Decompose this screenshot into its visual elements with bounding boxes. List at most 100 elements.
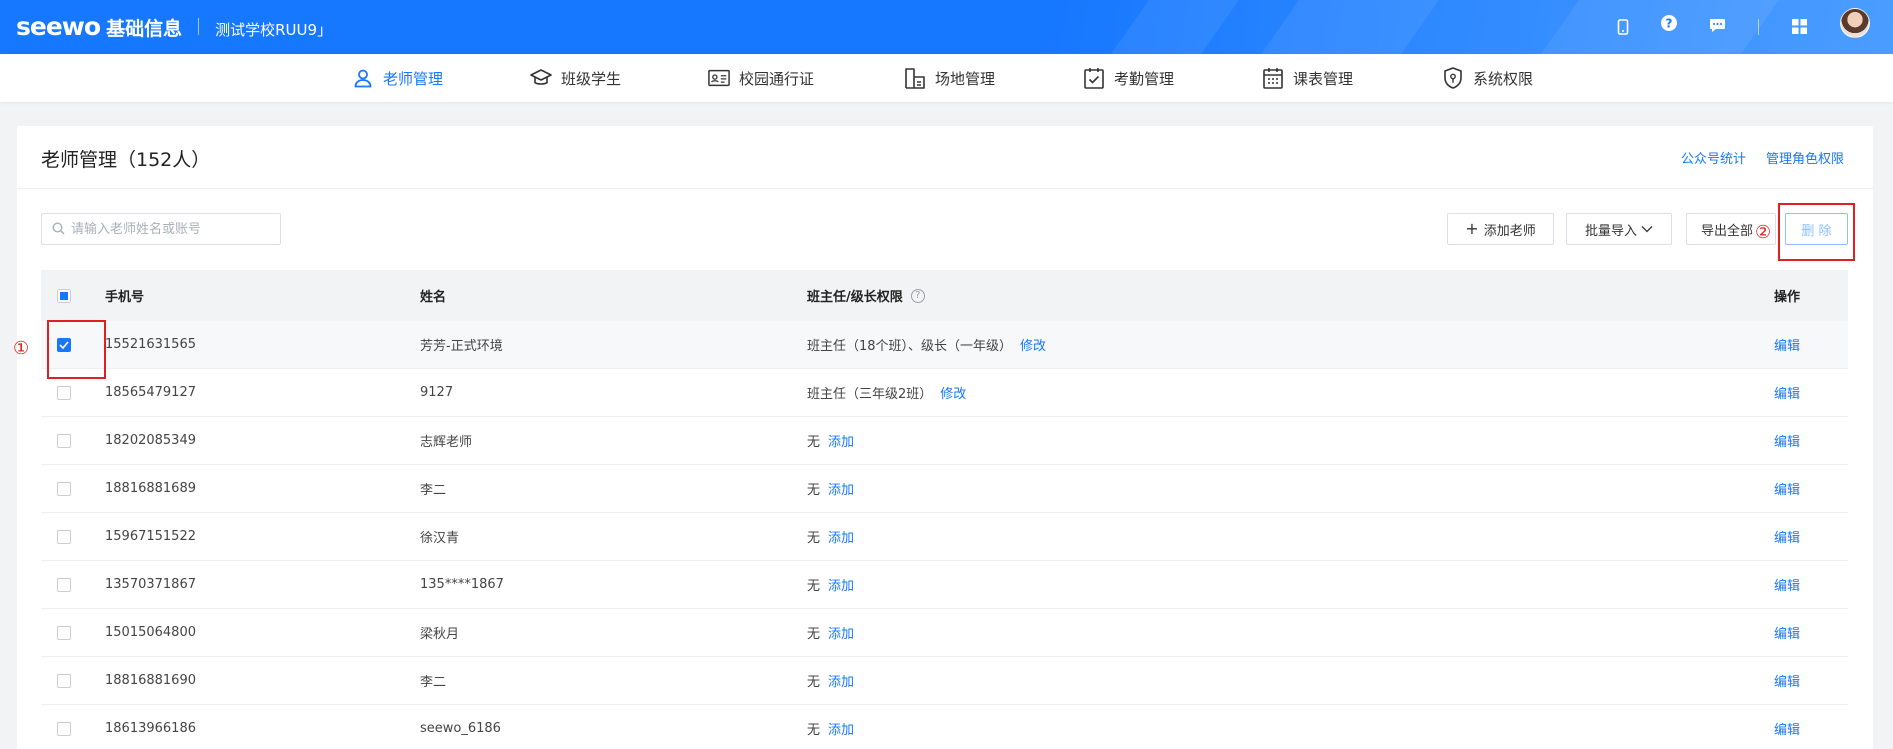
edit-link[interactable]: 编辑 (1774, 431, 1800, 450)
header-action: 操作 (1774, 290, 1801, 305)
permission-text: 班主任（18个班）、级长（一年级） (807, 339, 1013, 354)
row-checkbox[interactable] (57, 481, 71, 496)
phone-cell: 18816881690 (105, 673, 196, 688)
nav-venue-management[interactable]: 场地管理 (904, 54, 995, 102)
select-all-checkbox[interactable] (57, 288, 71, 303)
permission-text: 无 (807, 483, 821, 498)
help-circle-icon[interactable]: ? (1658, 12, 1680, 34)
search-input[interactable] (71, 221, 271, 237)
seewo-logo[interactable]: seewo (16, 12, 101, 41)
annotation-step-2: ② (1755, 222, 1772, 243)
add-permission-link[interactable]: 添加 (828, 623, 854, 642)
phone-cell: 18202085349 (105, 433, 196, 448)
row-checkbox[interactable] (57, 529, 71, 544)
table-row: 15015064800 梁秋月 无添加 编辑 (41, 609, 1848, 657)
user-icon (352, 67, 374, 89)
add-permission-link[interactable]: 添加 (828, 671, 854, 690)
edit-link[interactable]: 编辑 (1774, 719, 1800, 738)
row-checkbox[interactable] (57, 433, 71, 448)
header-divider (198, 18, 200, 35)
row-checkbox[interactable] (57, 625, 71, 640)
nav-label: 老师管理 (383, 69, 444, 88)
edit-link[interactable]: 编辑 (1774, 623, 1800, 642)
action-cell: 编辑 (1774, 369, 1800, 416)
edit-link[interactable]: 编辑 (1774, 383, 1800, 402)
manage-role-permissions-link[interactable]: 管理角色权限 (1766, 148, 1844, 167)
action-cell: 编辑 (1774, 609, 1800, 656)
row-checkbox[interactable] (57, 385, 71, 400)
plus-icon: + (1465, 219, 1479, 238)
row-checkbox[interactable] (57, 721, 71, 736)
phone-cell: 18816881689 (105, 481, 196, 496)
edit-link[interactable]: 编辑 (1774, 335, 1800, 354)
action-cell: 编辑 (1774, 513, 1800, 560)
permission-text: 班主任（三年级2班） (807, 387, 933, 402)
edit-link[interactable]: 编辑 (1774, 479, 1800, 498)
nav-label: 考勤管理 (1114, 69, 1175, 88)
batch-import-button[interactable]: 批量导入 (1566, 213, 1672, 245)
annotation-step-1: ① (13, 338, 30, 359)
modify-permission-link[interactable]: 修改 (1020, 335, 1046, 354)
nav-attendance-management[interactable]: 考勤管理 (1083, 54, 1174, 102)
permission-cell: 无添加 (807, 705, 854, 749)
add-permission-link[interactable]: 添加 (828, 479, 854, 498)
nav-label: 校园通行证 (739, 69, 815, 88)
header-icons-divider (1758, 19, 1759, 35)
row-checkbox[interactable] (57, 577, 71, 592)
phone-cell: 18565479127 (105, 385, 196, 400)
id-card-icon (708, 67, 730, 89)
table-row: 15967151522 徐汉青 无添加 编辑 (41, 513, 1848, 561)
row-select-cell (57, 465, 71, 512)
name-cell: 梁秋月 (420, 627, 460, 642)
phone-icon[interactable] (1493, 16, 1515, 38)
nav-teacher-management[interactable]: 老师管理 (352, 54, 443, 102)
edit-link[interactable]: 编辑 (1774, 671, 1800, 690)
top-header: seewo 基础信息 测试学校RUU9」 ? (0, 0, 1893, 54)
nav-system-permissions[interactable]: 系统权限 (1442, 54, 1533, 102)
nav-label: 系统权限 (1473, 69, 1534, 88)
action-cell: 编辑 (1774, 705, 1800, 749)
calendar-icon (1262, 67, 1284, 89)
modify-permission-link[interactable]: 修改 (940, 383, 966, 402)
permission-cell: 无添加 (807, 609, 854, 656)
add-permission-link[interactable]: 添加 (828, 527, 854, 546)
search-box[interactable] (41, 213, 281, 245)
phone-icon[interactable] (1612, 16, 1634, 38)
nav-label: 班级学生 (561, 69, 622, 88)
nav-schedule-management[interactable]: 课表管理 (1262, 54, 1353, 102)
help-circle-icon[interactable]: ? (910, 288, 925, 303)
name-cell: 志辉老师 (420, 435, 473, 450)
add-teacher-button[interactable]: + 添加老师 (1447, 213, 1554, 245)
wechat-stats-link[interactable]: 公众号统计 (1681, 148, 1746, 167)
row-select-cell (57, 561, 71, 608)
table-row: 18613966186 seewo_6186 无添加 编辑 (41, 705, 1848, 749)
main-nav: 老师管理 班级学生 校园通行证 场地管理 考勤管理 课表管理 系统权限 (0, 54, 1893, 102)
permission-cell: 无添加 (807, 417, 854, 464)
nav-campus-pass[interactable]: 校园通行证 (708, 54, 814, 102)
batch-import-label: 批量导入 (1584, 223, 1637, 239)
phone-cell: 15015064800 (105, 625, 196, 640)
school-name[interactable]: 测试学校RUU9」 (215, 19, 332, 40)
add-permission-link[interactable]: 添加 (828, 575, 854, 594)
table-row: 18202085349 志辉老师 无添加 编辑 (41, 417, 1848, 465)
nav-class-students[interactable]: 班级学生 (530, 54, 621, 102)
message-icon[interactable] (1706, 14, 1728, 36)
permission-text: 无 (807, 627, 821, 642)
row-select-cell (57, 705, 71, 749)
edit-link[interactable]: 编辑 (1774, 527, 1800, 546)
export-all-label: 导出全部 (1701, 223, 1754, 239)
action-cell: 编辑 (1774, 465, 1800, 512)
table-row: 13570371867 135****1867 无添加 编辑 (41, 561, 1848, 609)
permission-text: 无 (807, 531, 821, 546)
graduation-cap-icon (530, 67, 552, 89)
edit-link[interactable]: 编辑 (1774, 575, 1800, 594)
add-permission-link[interactable]: 添加 (828, 431, 854, 450)
name-cell: 135****1867 (420, 577, 504, 592)
apps-grid-icon[interactable] (1788, 15, 1810, 37)
permission-cell: 无添加 (807, 657, 854, 704)
header-permission: 班主任/级长权限 ? (807, 270, 925, 321)
avatar[interactable] (1840, 8, 1870, 38)
add-permission-link[interactable]: 添加 (828, 719, 854, 738)
row-checkbox[interactable] (57, 673, 71, 688)
name-cell: 徐汉青 (420, 531, 460, 546)
